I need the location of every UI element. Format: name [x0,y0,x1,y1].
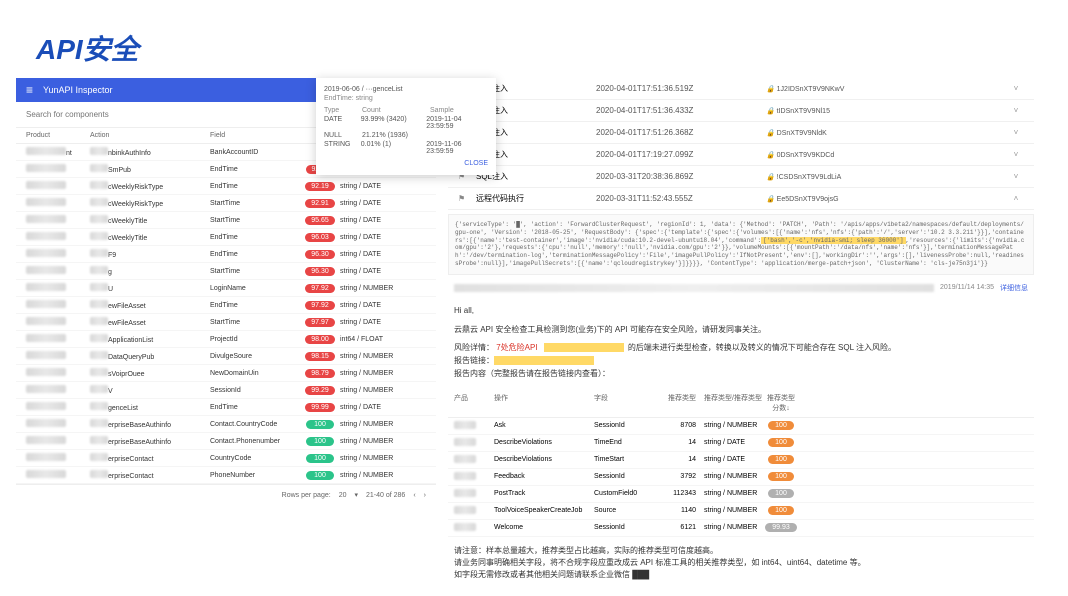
alert-row[interactable]: ⚑ SQL注入 2020-04-01T17:19:27.099Z 🔒 0DSnX… [448,144,1034,166]
chevron-down-icon[interactable]: ▾ [354,491,358,499]
report-label: 报告链接： [454,356,494,365]
table-row[interactable]: cWeeklyTitle StartTime 95.65 string / DA… [16,212,436,229]
inspector-panel: ≡ YunAPI Inspector Product Action Field … [16,78,436,589]
table-row[interactable]: erpriseContact CountryCode 100 string / … [16,450,436,467]
mini-table-row: ToolVoiceSpeakerCreateJob Source 1140 st… [448,503,1034,520]
table-row[interactable]: cWeeklyRiskType EndTime 92.19 string / D… [16,178,436,195]
mini-table-row: DescribeViolations TimeEnd 14 string / D… [448,435,1034,452]
chevron-down-icon[interactable]: ˅ [1008,106,1024,115]
table-row[interactable]: ewFileAsset EndTime 97.92 string / DATE [16,297,436,314]
table-row[interactable]: g StartTime 96.30 string / DATE [16,263,436,280]
table-row[interactable]: cWeeklyRiskType StartTime 92.91 string /… [16,195,436,212]
alert-row[interactable]: ⚑ SQL注入 2020-04-01T17:51:36.433Z 🔒 tIDSn… [448,100,1034,122]
chevron-down-icon[interactable]: ˅ [1008,84,1024,93]
alert-row[interactable]: ⚑ SQL注入 2020-04-01T17:51:26.368Z 🔒 DSnXT… [448,122,1034,144]
inspector-title: YunAPI Inspector [43,85,113,95]
chevron-down-icon[interactable]: ˅ [1008,150,1024,159]
memo-greeting: Hi all, [454,305,1028,318]
col-product: Product [26,132,90,139]
table-row[interactable]: erpriseContact PhoneNumber 100 string / … [16,467,436,484]
lock-icon: 🔒 [766,174,775,181]
table-row[interactable]: F9 EndTime 96.30 string / DATE [16,246,436,263]
table-row[interactable]: sVoiprOuee NewDomainUin 98.79 string / N… [16,365,436,382]
timestamp-line: 2019/11/14 14:35 详细信息 [448,279,1034,297]
next-page-icon[interactable]: › [424,492,426,499]
alert-row[interactable]: ⚑ 远程代码执行 2020-03-31T11:52:43.555Z 🔒 Ee5D… [448,188,1034,210]
lock-icon: 🔒 [766,130,775,137]
table-row[interactable]: erpriseBaseAuthinfo Contact.Phonenumber … [16,433,436,450]
mini-table-row: Ask SessionId 8708 string / NUMBER 100 [448,418,1034,435]
mini-table-row: Feedback SessionId 3792 string / NUMBER … [448,469,1034,486]
mini-table-row: PostTrack CustomField0 112343 string / N… [448,486,1034,503]
footer-line2b: 如字段无需修改或者其他相关问题请联系企业微信 ███ [454,569,1028,581]
flag-icon: ⚑ [458,194,476,203]
mini-table-row: DescribeViolations TimeStart 14 string /… [448,452,1034,469]
risk-label: 风险详情： [454,343,494,352]
risk-text: 的后端未进行类型检查，转换以及转义的情况下可能合存在 SQL 注入风险。 [628,343,896,352]
table-row[interactable]: V SessionId 99.29 string / NUMBER [16,382,436,399]
popup-title: 2019-06-06 / ···genceList [324,86,488,93]
menu-icon[interactable]: ≡ [26,83,33,97]
footer-line2a: 请业务同事明确相关字段，将不合规字段应重改成云 API 标准工具的相关推荐类型，… [454,557,1028,569]
page-range: 21-40 of 286 [366,492,405,499]
memo-section: Hi all, 云鼎云 API 安全检查工具检测到您(业务)下的 API 可能存… [448,297,1034,389]
table-row[interactable]: genceList EndTime 99.99 string / DATE [16,399,436,416]
mini-table-head: 产品 操作 字段 推荐类型 推荐类型/推荐类型 推荐类型分数↓ [448,389,1034,418]
table-row[interactable]: erpriseBaseAuthinfo Contact.CountryCode … [16,416,436,433]
col-field: Field [210,132,300,139]
chevron-down-icon[interactable]: ˅ [1008,172,1024,181]
field-detail-popup: 2019-06-06 / ···genceList EndTime: strin… [316,78,496,175]
table-row[interactable]: U LoginName 97.92 string / NUMBER [16,280,436,297]
lock-icon: 🔒 [766,86,775,93]
lock-icon: 🔒 [766,108,775,115]
prev-page-icon[interactable]: ‹ [413,492,415,499]
alert-row[interactable]: ⚑ SQL注入 2020-03-31T20:38:36.869Z 🔒 !CSDS… [448,166,1034,188]
risk-count: 7处危险API [496,343,537,352]
page-title: API安全 [0,0,1068,78]
content-label: 报告内容（完整报告请在报告链接内查看）： [454,368,1028,381]
lock-icon: 🔒 [766,152,775,159]
footer-line1: 请注意：样本总量越大，推荐类型占比越高，实际的推荐类型可信度越高。 [454,545,1028,557]
popup-close[interactable]: CLOSE [324,160,488,167]
table-row[interactable]: ewFileAsset StartTime 97.97 string / DAT… [16,314,436,331]
pagination: Rows per page: 20 ▾ 21-40 of 286 ‹ › [16,484,436,505]
alerts-panel: ⚑ SQL注入 2020-04-01T17:51:36.519Z 🔒 1J2ID… [448,78,1034,589]
page-size[interactable]: 20 [339,492,347,499]
rows-per-page-label: Rows per page: [282,492,331,499]
lock-icon: 🔒 [766,196,775,203]
table-row[interactable]: cWeeklyTitle EndTime 96.03 string / DATE [16,229,436,246]
timestamp: 2019/11/14 14:35 [940,284,994,291]
table-row[interactable]: ApplicationList ProjectId 98.00 int64 / … [16,331,436,348]
mini-table-row: Welcome SessionId 6121 string / NUMBER 9… [448,520,1034,537]
request-payload-code: {'serviceType': '█', 'action': 'ForwardC… [448,214,1034,275]
footer-note: 请注意：样本总量越大，推荐类型占比越高，实际的推荐类型可信度越高。 请业务同事明… [448,537,1034,589]
table-row[interactable]: DataQueryPub DivulgeSoure 98.15 string /… [16,348,436,365]
col-action: Action [90,132,210,139]
chevron-up-icon[interactable]: ˄ [1008,194,1024,203]
detail-link[interactable]: 详细信息 [1000,283,1028,293]
memo-line1: 云鼎云 API 安全检查工具检测到您(业务)下的 API 可能存在安全风险，请研… [454,324,1028,337]
alert-row[interactable]: ⚑ SQL注入 2020-04-01T17:51:36.519Z 🔒 1J2ID… [448,78,1034,100]
popup-subtitle: EndTime: string [324,95,488,102]
chevron-down-icon[interactable]: ˅ [1008,128,1024,137]
